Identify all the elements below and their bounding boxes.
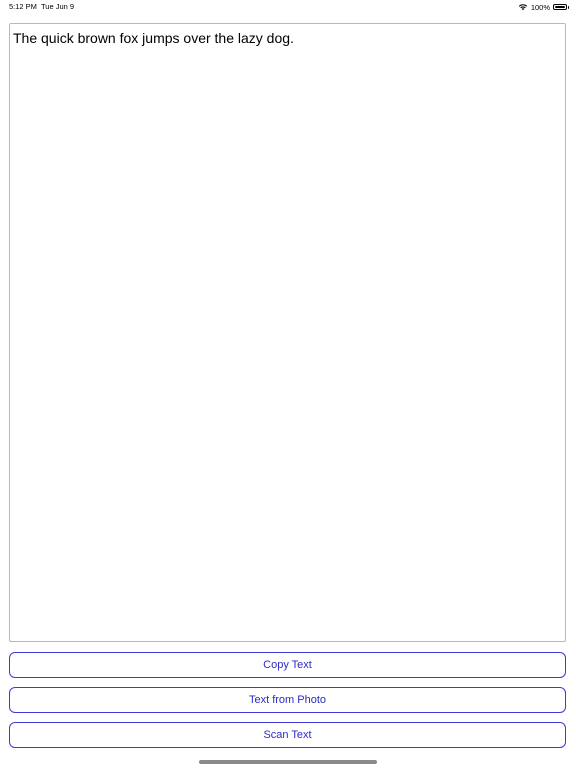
wifi-icon — [518, 4, 527, 11]
copy-text-button[interactable]: Copy Text — [9, 652, 566, 678]
battery-icon — [553, 4, 569, 10]
app-screen: 5:12 PM Tue Jun 9 100% The quick brown f… — [0, 0, 576, 768]
status-time: 5:12 PM — [9, 2, 37, 11]
home-indicator[interactable] — [199, 760, 377, 764]
status-date: Tue Jun 9 — [41, 2, 75, 11]
status-indicators: 100% — [518, 2, 569, 12]
battery-percent: 100% — [530, 2, 550, 12]
text-from-photo-button[interactable]: Text from Photo — [9, 687, 566, 713]
scan-text-button[interactable]: Scan Text — [9, 722, 566, 748]
battery-cap — [567, 6, 569, 9]
status-bar: 5:12 PM Tue Jun 9 100% — [0, 0, 576, 14]
text-editor[interactable]: The quick brown fox jumps over the lazy … — [9, 23, 566, 642]
battery-level — [555, 6, 565, 8]
